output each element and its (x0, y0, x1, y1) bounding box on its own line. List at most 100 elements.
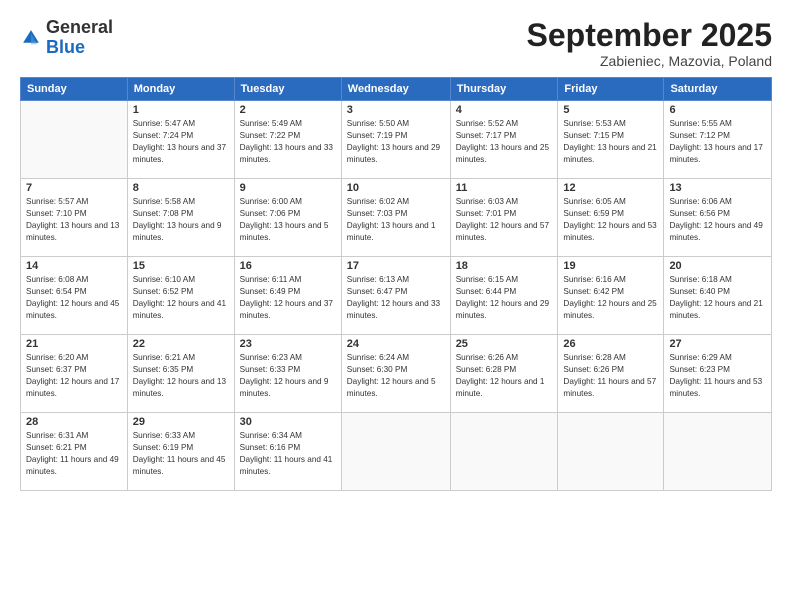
day-detail: Sunrise: 6:15 AMSunset: 6:44 PMDaylight:… (456, 274, 553, 322)
day-detail: Sunrise: 5:52 AMSunset: 7:17 PMDaylight:… (456, 118, 553, 166)
day-detail: Sunrise: 6:26 AMSunset: 6:28 PMDaylight:… (456, 352, 553, 400)
calendar-cell: 4 Sunrise: 5:52 AMSunset: 7:17 PMDaylight… (450, 101, 558, 179)
day-detail: Sunrise: 6:31 AMSunset: 6:21 PMDaylight:… (26, 430, 122, 478)
calendar-cell (664, 413, 772, 491)
day-detail: Sunrise: 5:58 AMSunset: 7:08 PMDaylight:… (133, 196, 229, 244)
week-row-2: 7 Sunrise: 5:57 AMSunset: 7:10 PMDaylight… (21, 179, 772, 257)
day-detail: Sunrise: 5:57 AMSunset: 7:10 PMDaylight:… (26, 196, 122, 244)
calendar-cell: 25Sunrise: 6:26 AMSunset: 6:28 PMDayligh… (450, 335, 558, 413)
calendar-cell: 29 Sunrise: 6:33 AMSunset: 6:19 PMDayligh… (127, 413, 234, 491)
day-number: 23 (240, 338, 336, 350)
calendar-cell: 3Sunrise: 5:50 AMSunset: 7:19 PMDaylight… (341, 101, 450, 179)
day-number: 22 (133, 338, 229, 350)
day-number: 11 (456, 182, 553, 194)
day-number: 16 (240, 260, 336, 272)
day-detail: Sunrise: 6:29 AMSunset: 6:23 PMDaylight:… (669, 352, 766, 400)
day-detail: Sunrise: 6:34 AMSunset: 6:16 PMDaylight:… (240, 430, 336, 478)
day-number: 7 (26, 182, 122, 194)
calendar-cell: 9Sunrise: 6:00 AMSunset: 7:06 PMDaylight… (234, 179, 341, 257)
calendar-cell: 16 Sunrise: 6:11 AMSunset: 6:49 PMDayligh… (234, 257, 341, 335)
day-number: 28 (26, 416, 122, 428)
calendar-header-friday: Friday (558, 78, 664, 101)
day-number: 10 (347, 182, 445, 194)
logo-blue-text: Blue (46, 37, 85, 57)
calendar-cell: 28 Sunrise: 6:31 AMSunset: 6:21 PMDayligh… (21, 413, 128, 491)
day-number: 3 (347, 104, 445, 116)
week-row-1: 1Sunrise: 5:47 AMSunset: 7:24 PMDaylight… (21, 101, 772, 179)
calendar-cell: 14 Sunrise: 6:08 AMSunset: 6:54 PMDayligh… (21, 257, 128, 335)
day-detail: Sunrise: 6:00 AMSunset: 7:06 PMDaylight:… (240, 196, 336, 244)
day-detail: Sunrise: 6:21 AMSunset: 6:35 PMDaylight:… (133, 352, 229, 400)
logo-general-text: General (46, 17, 113, 37)
calendar-cell: 27Sunrise: 6:29 AMSunset: 6:23 PMDayligh… (664, 335, 772, 413)
calendar-cell: 13 Sunrise: 6:06 AMSunset: 6:56 PMDayligh… (664, 179, 772, 257)
day-detail: Sunrise: 6:06 AMSunset: 6:56 PMDaylight:… (669, 196, 766, 244)
day-number: 20 (669, 260, 766, 272)
week-row-4: 21 Sunrise: 6:20 AMSunset: 6:37 PMDayligh… (21, 335, 772, 413)
calendar-cell: 6Sunrise: 5:55 AMSunset: 7:12 PMDaylight… (664, 101, 772, 179)
day-detail: Sunrise: 6:20 AMSunset: 6:37 PMDaylight:… (26, 352, 122, 400)
day-detail: Sunrise: 5:55 AMSunset: 7:12 PMDaylight:… (669, 118, 766, 166)
logo-icon (20, 27, 42, 49)
calendar-cell (558, 413, 664, 491)
day-number: 14 (26, 260, 122, 272)
calendar-header-wednesday: Wednesday (341, 78, 450, 101)
calendar-cell: 24Sunrise: 6:24 AMSunset: 6:30 PMDayligh… (341, 335, 450, 413)
week-row-3: 14 Sunrise: 6:08 AMSunset: 6:54 PMDayligh… (21, 257, 772, 335)
day-number: 29 (133, 416, 229, 428)
day-detail: Sunrise: 6:16 AMSunset: 6:42 PMDaylight:… (563, 274, 658, 322)
calendar-cell: 23 Sunrise: 6:23 AMSunset: 6:33 PMDayligh… (234, 335, 341, 413)
day-number: 2 (240, 104, 336, 116)
day-detail: Sunrise: 6:18 AMSunset: 6:40 PMDaylight:… (669, 274, 766, 322)
location-subtitle: Zabieniec, Mazovia, Poland (527, 53, 772, 69)
day-detail: Sunrise: 6:11 AMSunset: 6:49 PMDaylight:… (240, 274, 336, 322)
logo: General Blue (20, 18, 113, 58)
day-detail: Sunrise: 6:13 AMSunset: 6:47 PMDaylight:… (347, 274, 445, 322)
calendar-header-sunday: Sunday (21, 78, 128, 101)
day-number: 30 (240, 416, 336, 428)
day-number: 21 (26, 338, 122, 350)
day-number: 15 (133, 260, 229, 272)
calendar-cell: 22 Sunrise: 6:21 AMSunset: 6:35 PMDayligh… (127, 335, 234, 413)
day-number: 24 (347, 338, 445, 350)
day-detail: Sunrise: 6:23 AMSunset: 6:33 PMDaylight:… (240, 352, 336, 400)
calendar-cell: 18Sunrise: 6:15 AMSunset: 6:44 PMDayligh… (450, 257, 558, 335)
day-number: 5 (563, 104, 658, 116)
calendar-cell: 26 Sunrise: 6:28 AMSunset: 6:26 PMDayligh… (558, 335, 664, 413)
day-detail: Sunrise: 6:05 AMSunset: 6:59 PMDaylight:… (563, 196, 658, 244)
calendar-cell: 20 Sunrise: 6:18 AMSunset: 6:40 PMDayligh… (664, 257, 772, 335)
day-number: 19 (563, 260, 658, 272)
calendar-cell: 5 Sunrise: 5:53 AMSunset: 7:15 PMDaylight… (558, 101, 664, 179)
day-detail: Sunrise: 5:53 AMSunset: 7:15 PMDaylight:… (563, 118, 658, 166)
calendar-cell: 7 Sunrise: 5:57 AMSunset: 7:10 PMDaylight… (21, 179, 128, 257)
calendar-header-tuesday: Tuesday (234, 78, 341, 101)
calendar-cell: 11Sunrise: 6:03 AMSunset: 7:01 PMDayligh… (450, 179, 558, 257)
calendar-cell (450, 413, 558, 491)
day-detail: Sunrise: 6:02 AMSunset: 7:03 PMDaylight:… (347, 196, 445, 244)
calendar-cell: 17Sunrise: 6:13 AMSunset: 6:47 PMDayligh… (341, 257, 450, 335)
calendar-cell: 30 Sunrise: 6:34 AMSunset: 6:16 PMDayligh… (234, 413, 341, 491)
calendar-header-row: SundayMondayTuesdayWednesdayThursdayFrid… (21, 78, 772, 101)
day-number: 4 (456, 104, 553, 116)
day-number: 8 (133, 182, 229, 194)
page-header: General Blue September 2025 Zabieniec, M… (20, 18, 772, 69)
week-row-5: 28 Sunrise: 6:31 AMSunset: 6:21 PMDayligh… (21, 413, 772, 491)
day-number: 13 (669, 182, 766, 194)
day-number: 26 (563, 338, 658, 350)
calendar-cell: 21 Sunrise: 6:20 AMSunset: 6:37 PMDayligh… (21, 335, 128, 413)
day-detail: Sunrise: 5:47 AMSunset: 7:24 PMDaylight:… (133, 118, 229, 166)
calendar-cell: 19 Sunrise: 6:16 AMSunset: 6:42 PMDayligh… (558, 257, 664, 335)
day-number: 12 (563, 182, 658, 194)
calendar-cell: 1Sunrise: 5:47 AMSunset: 7:24 PMDaylight… (127, 101, 234, 179)
calendar-cell: 12 Sunrise: 6:05 AMSunset: 6:59 PMDayligh… (558, 179, 664, 257)
calendar-cell (341, 413, 450, 491)
day-detail: Sunrise: 6:33 AMSunset: 6:19 PMDaylight:… (133, 430, 229, 478)
day-detail: Sunrise: 6:08 AMSunset: 6:54 PMDaylight:… (26, 274, 122, 322)
calendar-header-saturday: Saturday (664, 78, 772, 101)
day-detail: Sunrise: 5:49 AMSunset: 7:22 PMDaylight:… (240, 118, 336, 166)
month-title: September 2025 (527, 18, 772, 53)
calendar-cell: 15 Sunrise: 6:10 AMSunset: 6:52 PMDayligh… (127, 257, 234, 335)
day-detail: Sunrise: 6:10 AMSunset: 6:52 PMDaylight:… (133, 274, 229, 322)
title-block: September 2025 Zabieniec, Mazovia, Polan… (527, 18, 772, 69)
day-detail: Sunrise: 6:28 AMSunset: 6:26 PMDaylight:… (563, 352, 658, 400)
